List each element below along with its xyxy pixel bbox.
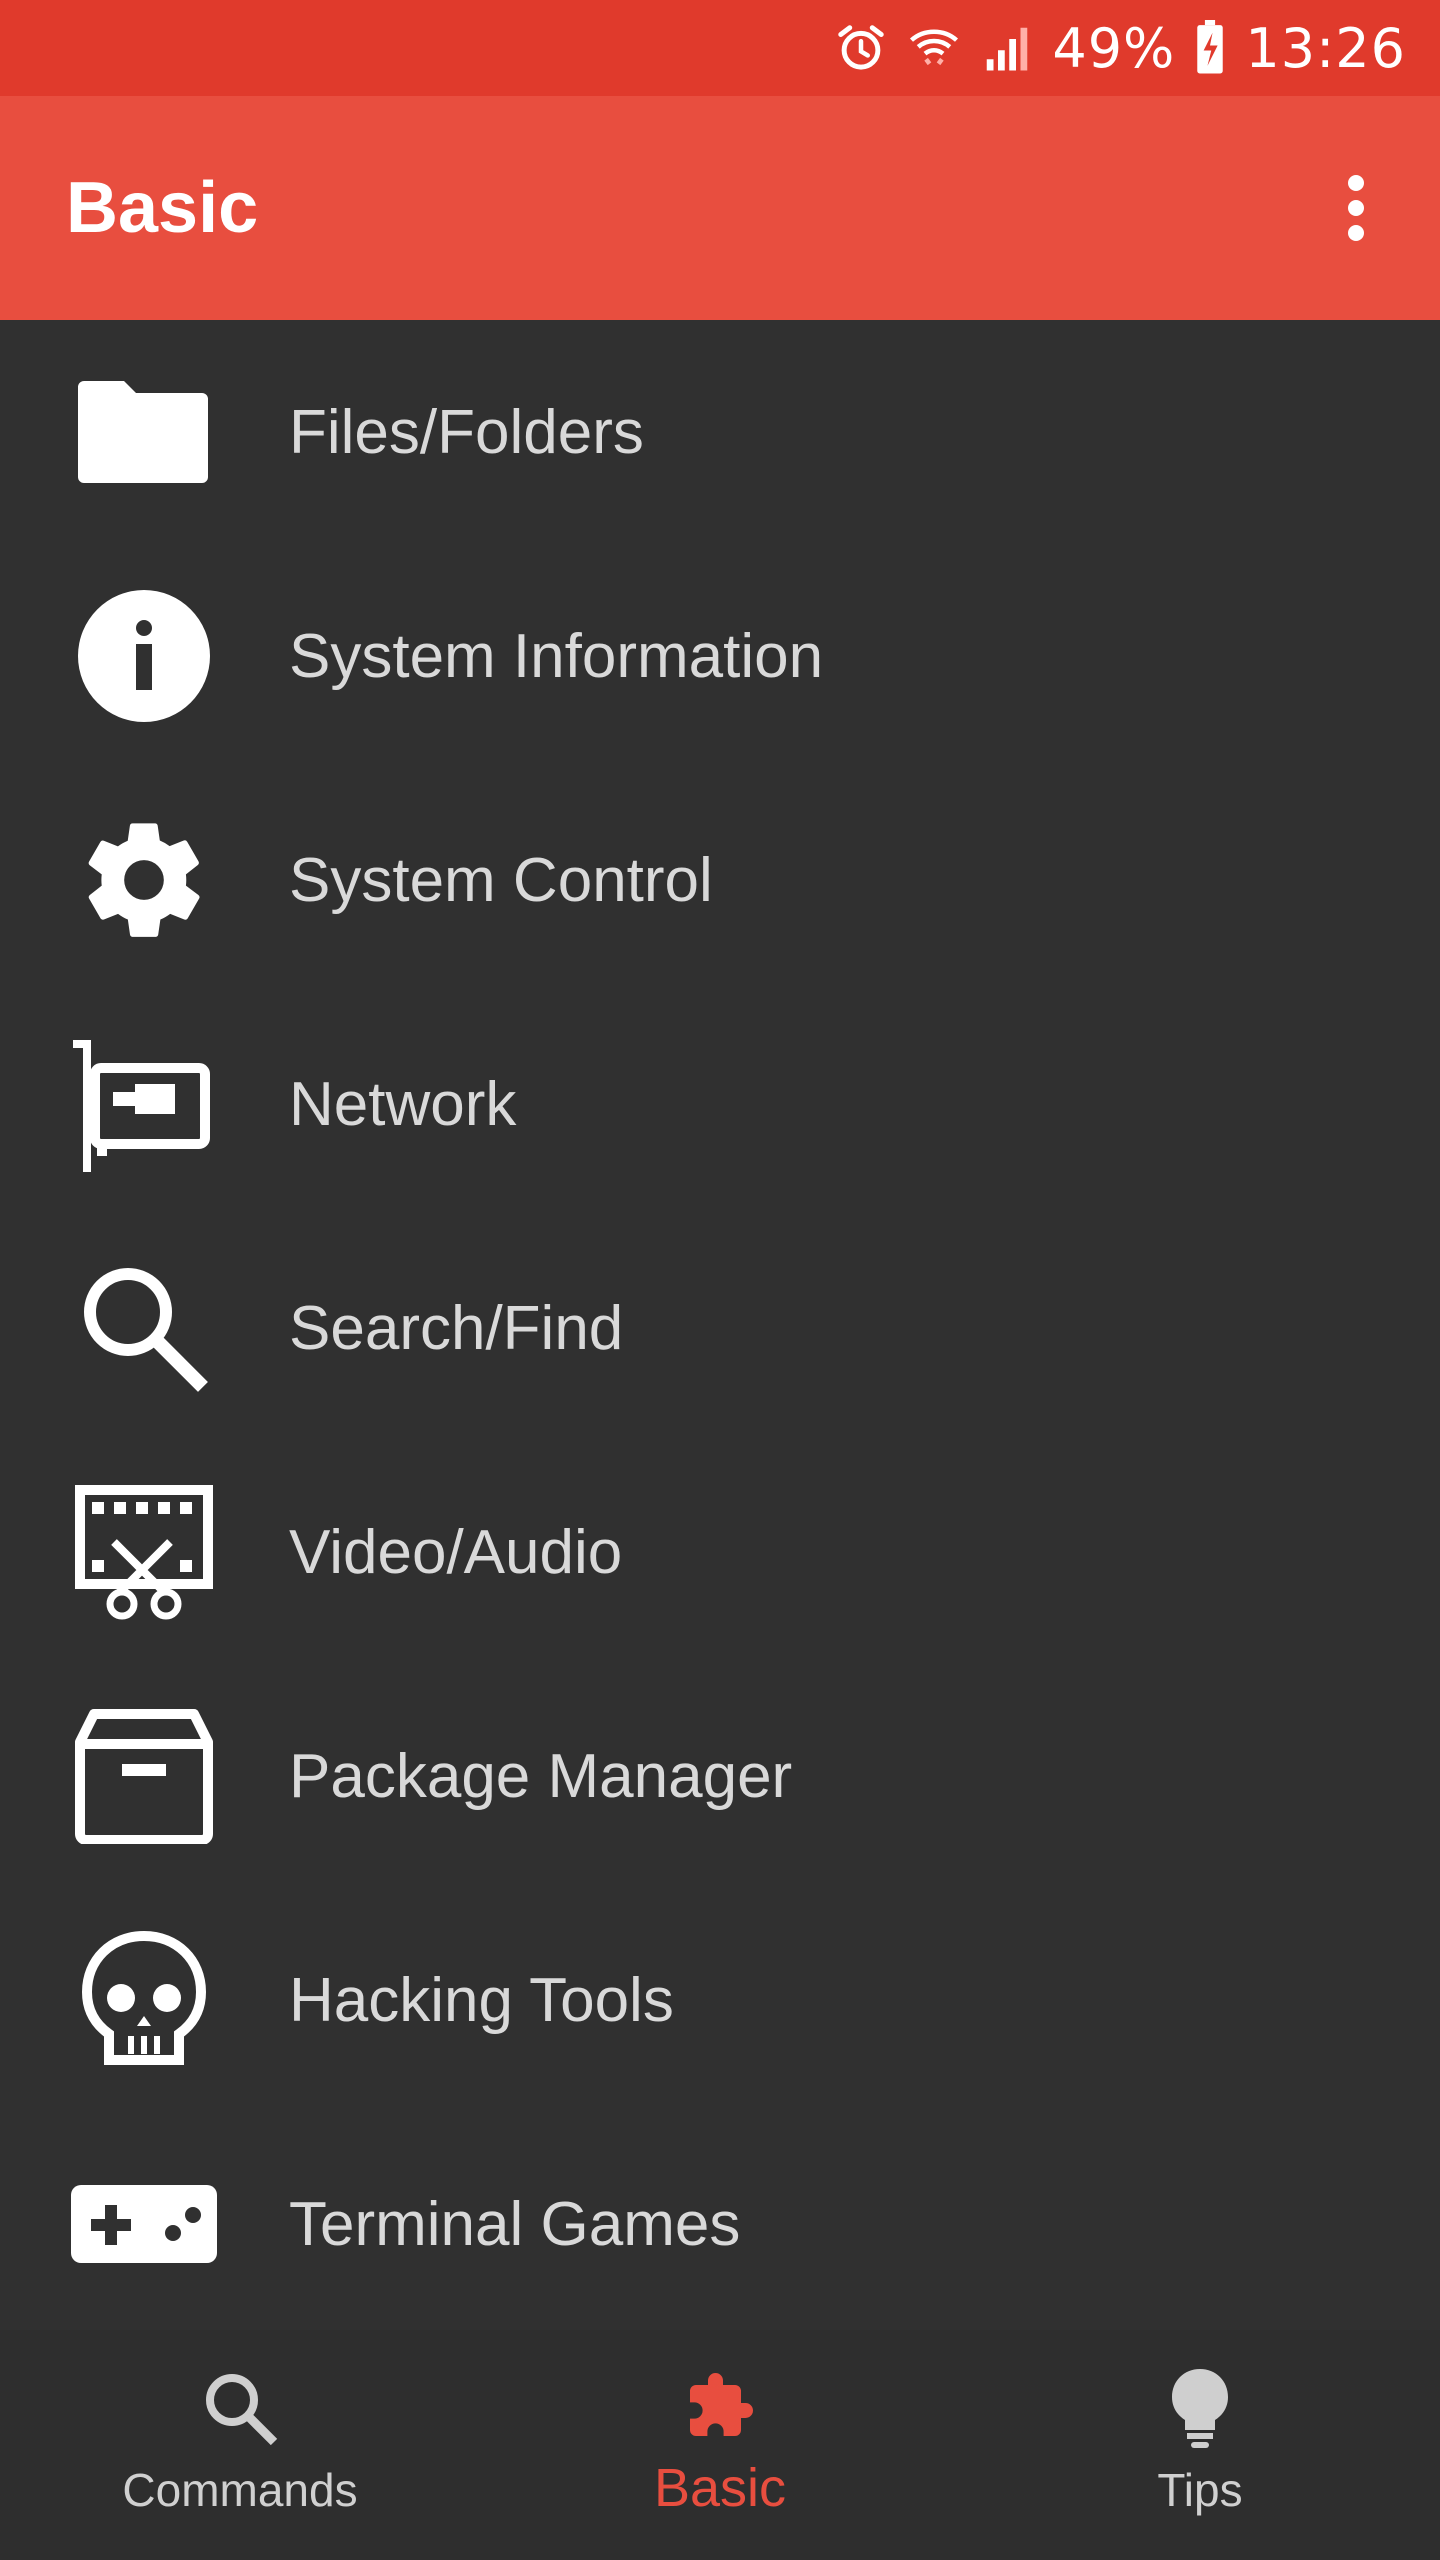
list-item-label: Video/Audio bbox=[289, 1517, 623, 1587]
info-icon bbox=[66, 578, 222, 734]
nav-label: Tips bbox=[1157, 2464, 1243, 2516]
bottom-navigation: Commands Basic Tips bbox=[0, 2330, 1440, 2560]
gamepad-icon bbox=[66, 2146, 222, 2302]
nav-label: Basic bbox=[653, 2458, 787, 2518]
search-icon bbox=[195, 2363, 285, 2453]
list-item-package-manager[interactable]: Package Manager bbox=[0, 1664, 1440, 1888]
clock: 13:26 bbox=[1245, 16, 1406, 80]
alarm-icon bbox=[834, 21, 888, 75]
status-bar: 49% 13:26 bbox=[0, 0, 1440, 96]
lightbulb-icon bbox=[1155, 2363, 1245, 2453]
video-cut-icon bbox=[66, 1474, 222, 1630]
network-card-icon bbox=[66, 1026, 222, 1182]
signal-icon bbox=[980, 21, 1034, 75]
list-item-system-control[interactable]: System Control bbox=[0, 768, 1440, 992]
battery-percent: 49% bbox=[1052, 16, 1176, 80]
package-icon bbox=[66, 1698, 222, 1854]
nav-basic[interactable]: Basic bbox=[480, 2330, 960, 2560]
puzzle-icon bbox=[675, 2361, 765, 2451]
list-item-label: Files/Folders bbox=[289, 397, 644, 467]
list-item-label: Package Manager bbox=[289, 1741, 793, 1811]
list-item-files-folders[interactable]: Files/Folders bbox=[0, 320, 1440, 544]
app-bar: Basic bbox=[0, 96, 1440, 320]
gear-icon bbox=[66, 802, 222, 958]
list-item-hacking-tools[interactable]: Hacking Tools bbox=[0, 1888, 1440, 2112]
list-item-label: Terminal Games bbox=[289, 2189, 741, 2259]
list-item-label: Hacking Tools bbox=[289, 1965, 674, 2035]
nav-label: Commands bbox=[122, 2464, 358, 2516]
list-item-terminal-games[interactable]: Terminal Games bbox=[0, 2112, 1440, 2330]
folder-icon bbox=[66, 354, 222, 510]
list-item-label: System Control bbox=[289, 845, 713, 915]
page-title: Basic bbox=[66, 168, 259, 248]
more-vert-icon[interactable] bbox=[1326, 158, 1386, 258]
list-item-label: Network bbox=[289, 1069, 517, 1139]
category-list: Files/Folders System Information System … bbox=[0, 320, 1440, 2330]
search-icon bbox=[66, 1250, 222, 1406]
list-item-system-information[interactable]: System Information bbox=[0, 544, 1440, 768]
nav-commands[interactable]: Commands bbox=[0, 2330, 480, 2560]
list-item-label: Search/Find bbox=[289, 1293, 624, 1363]
nav-tips[interactable]: Tips bbox=[960, 2330, 1440, 2560]
list-item-video-audio[interactable]: Video/Audio bbox=[0, 1440, 1440, 1664]
list-item-search-find[interactable]: Search/Find bbox=[0, 1216, 1440, 1440]
wifi-icon bbox=[906, 21, 962, 75]
list-item-label: System Information bbox=[289, 621, 824, 691]
battery-charging-icon bbox=[1193, 20, 1227, 76]
skull-icon bbox=[66, 1922, 222, 2078]
list-item-network[interactable]: Network bbox=[0, 992, 1440, 1216]
